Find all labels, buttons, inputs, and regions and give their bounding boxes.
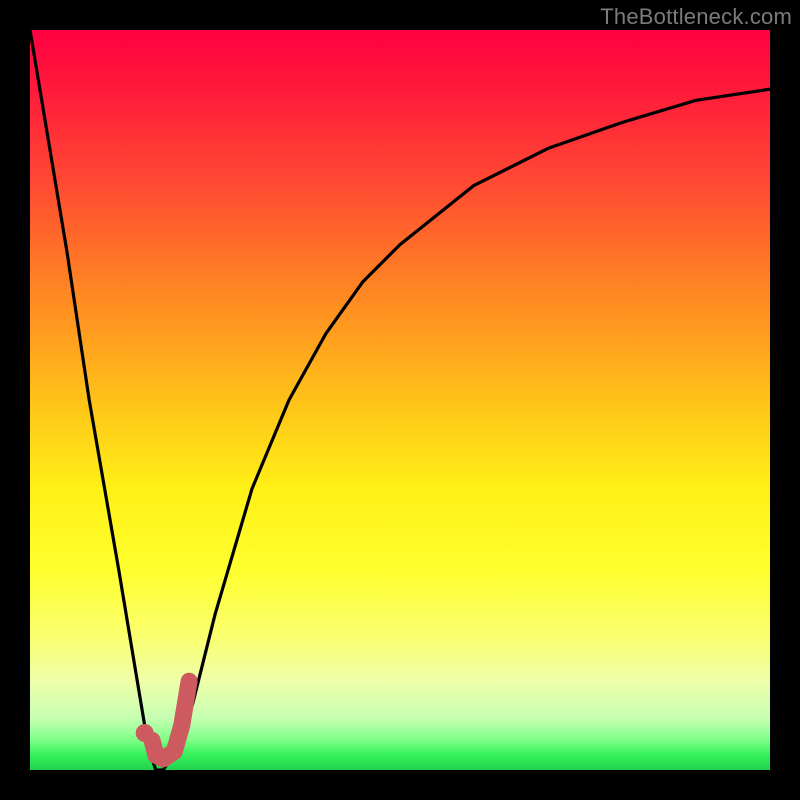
- plot-area: [30, 30, 770, 770]
- selected-hardware-marker: [30, 30, 770, 770]
- watermark-text: TheBottleneck.com: [600, 4, 792, 30]
- chart-frame: TheBottleneck.com: [0, 0, 800, 800]
